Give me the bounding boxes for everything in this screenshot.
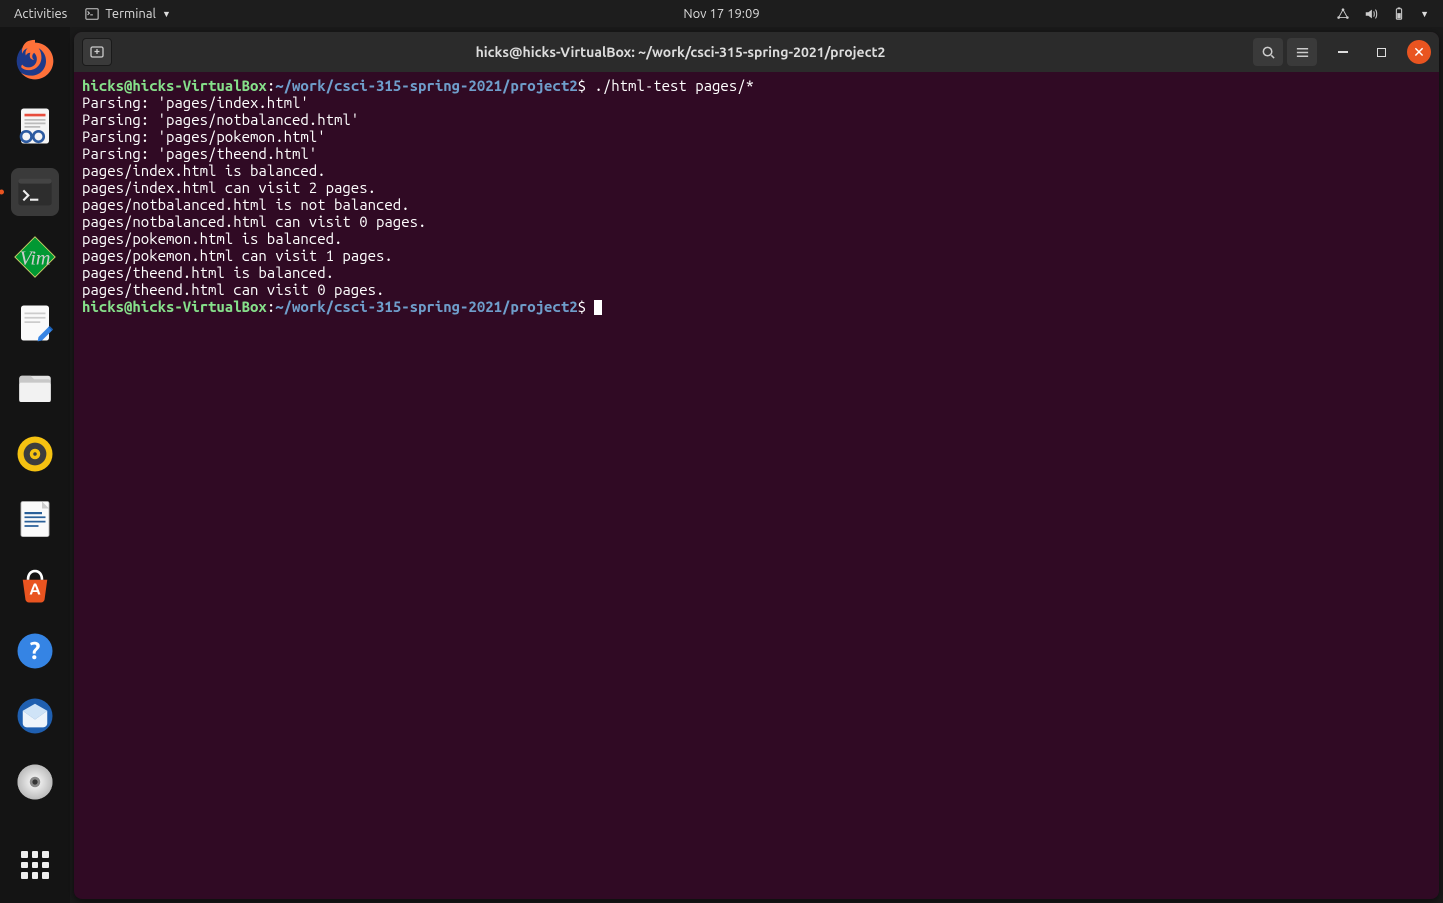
ubuntu-software-icon: A xyxy=(14,564,56,606)
minimize-button[interactable] xyxy=(1331,40,1355,64)
terminal-icon xyxy=(15,172,55,212)
prompt-dollar: $ xyxy=(578,77,586,94)
chevron-down-icon: ▼ xyxy=(162,9,171,19)
battery-icon xyxy=(1392,7,1406,21)
music-icon xyxy=(14,433,56,475)
terminal-cursor xyxy=(594,300,602,315)
search-button[interactable] xyxy=(1253,38,1283,66)
status-menu[interactable]: ▼ xyxy=(1336,7,1443,21)
terminal-body[interactable]: hicks@hicks-VirtualBox:~/work/csci-315-s… xyxy=(74,72,1439,899)
svg-text:A: A xyxy=(29,580,40,598)
prompt-sep: : xyxy=(267,77,275,94)
apps-grid-icon xyxy=(21,851,49,879)
svg-text:?: ? xyxy=(30,635,41,663)
close-icon: ✕ xyxy=(1413,45,1425,59)
chevron-down-icon: ▼ xyxy=(1420,9,1429,19)
output-line: pages/pokemon.html is balanced. xyxy=(82,230,342,247)
dock-firefox[interactable] xyxy=(11,37,59,85)
topbar-clock[interactable]: Nov 17 19:09 xyxy=(683,7,759,21)
dock-thunderbird[interactable] xyxy=(11,692,59,740)
app-menu-label: Terminal xyxy=(105,7,156,21)
text-editor-icon xyxy=(14,302,56,344)
dock: Vim A ? xyxy=(0,27,70,903)
dock-rhythmbox[interactable] xyxy=(11,430,59,478)
dock-gedit[interactable] xyxy=(11,299,59,347)
prompt-userhost: hicks@hicks-VirtualBox xyxy=(82,77,267,94)
prompt-dollar: $ xyxy=(578,298,586,315)
activities-button[interactable]: Activities xyxy=(14,7,67,21)
prompt-path: ~/work/csci-315-spring-2021/project2 xyxy=(275,77,577,94)
prompt-path: ~/work/csci-315-spring-2021/project2 xyxy=(275,298,577,315)
output-line: pages/pokemon.html can visit 1 pages. xyxy=(82,247,393,264)
output-line: pages/index.html can visit 2 pages. xyxy=(82,179,376,196)
maximize-icon xyxy=(1377,48,1386,57)
new-tab-button[interactable] xyxy=(82,38,112,66)
prompt-userhost: hicks@hicks-VirtualBox xyxy=(82,298,267,315)
dock-software[interactable]: A xyxy=(11,561,59,609)
output-line: Parsing: 'pages/theend.html' xyxy=(82,145,317,162)
disc-icon xyxy=(14,761,56,803)
svg-text:Vim: Vim xyxy=(20,248,51,270)
close-button[interactable]: ✕ xyxy=(1407,40,1431,64)
window-title: hicks@hicks-VirtualBox: ~/work/csci-315-… xyxy=(112,44,1249,60)
show-applications[interactable] xyxy=(11,841,59,889)
search-icon xyxy=(1261,45,1276,60)
output-line: pages/index.html is balanced. xyxy=(82,162,326,179)
dock-vim[interactable]: Vim xyxy=(11,234,59,282)
document-viewer-icon xyxy=(14,105,56,147)
output-line: pages/notbalanced.html can visit 0 pages… xyxy=(82,213,426,230)
libreoffice-writer-icon xyxy=(14,498,56,540)
help-icon: ? xyxy=(14,630,56,672)
terminal-menu-icon xyxy=(85,7,99,21)
maximize-button[interactable] xyxy=(1369,40,1393,64)
firefox-icon xyxy=(13,39,57,83)
hamburger-menu-button[interactable] xyxy=(1287,38,1317,66)
prompt-sep: : xyxy=(267,298,275,315)
vim-icon: Vim xyxy=(13,235,57,279)
output-line: Parsing: 'pages/index.html' xyxy=(82,94,309,111)
app-menu[interactable]: Terminal ▼ xyxy=(85,7,171,21)
command-text: ./html-test pages/* xyxy=(586,77,754,94)
dock-terminal[interactable] xyxy=(11,168,59,216)
network-icon xyxy=(1336,7,1350,21)
output-line: Parsing: 'pages/notbalanced.html' xyxy=(82,111,359,128)
output-line: Parsing: 'pages/pokemon.html' xyxy=(82,128,326,145)
dock-evince[interactable] xyxy=(11,103,59,151)
output-line: pages/theend.html can visit 0 pages. xyxy=(82,281,384,298)
gnome-topbar: Activities Terminal ▼ Nov 17 19:09 ▼ xyxy=(0,0,1443,27)
thunderbird-icon xyxy=(14,695,56,737)
dock-files[interactable] xyxy=(11,365,59,413)
volume-icon xyxy=(1364,7,1378,21)
output-line: pages/theend.html is balanced. xyxy=(82,264,334,281)
dock-writer[interactable] xyxy=(11,496,59,544)
new-tab-icon xyxy=(89,44,105,60)
hamburger-icon xyxy=(1295,45,1310,60)
titlebar: hicks@hicks-VirtualBox: ~/work/csci-315-… xyxy=(74,32,1439,72)
dock-help[interactable]: ? xyxy=(11,627,59,675)
dock-discs[interactable] xyxy=(11,758,59,806)
minimize-icon xyxy=(1338,51,1348,53)
terminal-window: hicks@hicks-VirtualBox: ~/work/csci-315-… xyxy=(74,32,1439,899)
output-line: pages/notbalanced.html is not balanced. xyxy=(82,196,410,213)
files-icon xyxy=(14,367,56,409)
command-text xyxy=(586,298,594,315)
